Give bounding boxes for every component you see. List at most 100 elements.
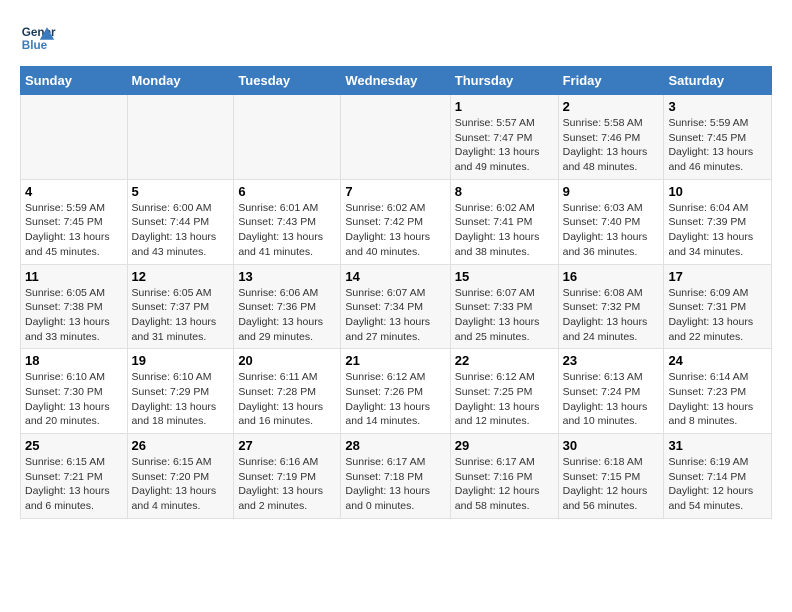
day-number: 28: [345, 438, 445, 453]
week-row: 11 Sunrise: 6:05 AMSunset: 7:38 PMDayligh…: [21, 264, 772, 349]
day-info: Sunrise: 6:14 AMSunset: 7:23 PMDaylight:…: [668, 370, 767, 429]
day-number: 19: [132, 353, 230, 368]
day-number: 4: [25, 184, 123, 199]
day-number: 3: [668, 99, 767, 114]
calendar-cell: 26 Sunrise: 6:15 AMSunset: 7:20 PMDayligh…: [127, 434, 234, 519]
header-cell-monday: Monday: [127, 67, 234, 95]
calendar-table: SundayMondayTuesdayWednesdayThursdayFrid…: [20, 66, 772, 519]
svg-text:Blue: Blue: [22, 39, 48, 52]
day-info: Sunrise: 6:06 AMSunset: 7:36 PMDaylight:…: [238, 286, 336, 345]
calendar-cell: 11 Sunrise: 6:05 AMSunset: 7:38 PMDayligh…: [21, 264, 128, 349]
day-info: Sunrise: 6:15 AMSunset: 7:20 PMDaylight:…: [132, 455, 230, 514]
day-number: 20: [238, 353, 336, 368]
day-number: 24: [668, 353, 767, 368]
header: General Blue: [20, 20, 772, 56]
day-number: 17: [668, 269, 767, 284]
header-row: SundayMondayTuesdayWednesdayThursdayFrid…: [21, 67, 772, 95]
day-number: 10: [668, 184, 767, 199]
calendar-cell: 6 Sunrise: 6:01 AMSunset: 7:43 PMDaylight…: [234, 179, 341, 264]
day-info: Sunrise: 6:00 AMSunset: 7:44 PMDaylight:…: [132, 201, 230, 260]
day-info: Sunrise: 6:08 AMSunset: 7:32 PMDaylight:…: [563, 286, 660, 345]
day-info: Sunrise: 5:58 AMSunset: 7:46 PMDaylight:…: [563, 116, 660, 175]
day-info: Sunrise: 6:17 AMSunset: 7:16 PMDaylight:…: [455, 455, 554, 514]
day-info: Sunrise: 6:05 AMSunset: 7:38 PMDaylight:…: [25, 286, 123, 345]
logo-icon: General Blue: [20, 20, 56, 56]
day-info: Sunrise: 6:13 AMSunset: 7:24 PMDaylight:…: [563, 370, 660, 429]
calendar-cell: [127, 95, 234, 180]
calendar-cell: 18 Sunrise: 6:10 AMSunset: 7:30 PMDayligh…: [21, 349, 128, 434]
calendar-cell: 22Sunrise: 6:12 AMSunset: 7:25 PMDayligh…: [450, 349, 558, 434]
calendar-cell: [21, 95, 128, 180]
calendar-cell: 3 Sunrise: 5:59 AMSunset: 7:45 PMDaylight…: [664, 95, 772, 180]
day-number: 12: [132, 269, 230, 284]
day-number: 8: [455, 184, 554, 199]
calendar-cell: 12 Sunrise: 6:05 AMSunset: 7:37 PMDayligh…: [127, 264, 234, 349]
calendar-cell: 7Sunrise: 6:02 AMSunset: 7:42 PMDaylight…: [341, 179, 450, 264]
calendar-cell: 24 Sunrise: 6:14 AMSunset: 7:23 PMDayligh…: [664, 349, 772, 434]
day-number: 31: [668, 438, 767, 453]
week-row: 1Sunrise: 5:57 AMSunset: 7:47 PMDaylight…: [21, 95, 772, 180]
calendar-cell: 19 Sunrise: 6:10 AMSunset: 7:29 PMDayligh…: [127, 349, 234, 434]
day-number: 26: [132, 438, 230, 453]
day-info: Sunrise: 6:12 AMSunset: 7:26 PMDaylight:…: [345, 370, 445, 429]
day-info: Sunrise: 6:17 AMSunset: 7:18 PMDaylight:…: [345, 455, 445, 514]
calendar-header: SundayMondayTuesdayWednesdayThursdayFrid…: [21, 67, 772, 95]
day-info: Sunrise: 6:10 AMSunset: 7:30 PMDaylight:…: [25, 370, 123, 429]
calendar-cell: 20 Sunrise: 6:11 AMSunset: 7:28 PMDayligh…: [234, 349, 341, 434]
day-info: Sunrise: 6:18 AMSunset: 7:15 PMDaylight:…: [563, 455, 660, 514]
calendar-cell: 27Sunrise: 6:16 AMSunset: 7:19 PMDayligh…: [234, 434, 341, 519]
day-info: Sunrise: 6:04 AMSunset: 7:39 PMDaylight:…: [668, 201, 767, 260]
day-number: 11: [25, 269, 123, 284]
day-info: Sunrise: 6:09 AMSunset: 7:31 PMDaylight:…: [668, 286, 767, 345]
header-cell-tuesday: Tuesday: [234, 67, 341, 95]
day-info: Sunrise: 6:05 AMSunset: 7:37 PMDaylight:…: [132, 286, 230, 345]
calendar-cell: [341, 95, 450, 180]
header-cell-friday: Friday: [558, 67, 664, 95]
day-number: 21: [345, 353, 445, 368]
week-row: 25Sunrise: 6:15 AMSunset: 7:21 PMDayligh…: [21, 434, 772, 519]
calendar-cell: 5 Sunrise: 6:00 AMSunset: 7:44 PMDaylight…: [127, 179, 234, 264]
day-info: Sunrise: 5:59 AMSunset: 7:45 PMDaylight:…: [668, 116, 767, 175]
calendar-cell: 17 Sunrise: 6:09 AMSunset: 7:31 PMDayligh…: [664, 264, 772, 349]
calendar-cell: 14 Sunrise: 6:07 AMSunset: 7:34 PMDayligh…: [341, 264, 450, 349]
header-cell-saturday: Saturday: [664, 67, 772, 95]
calendar-cell: 25Sunrise: 6:15 AMSunset: 7:21 PMDayligh…: [21, 434, 128, 519]
header-cell-wednesday: Wednesday: [341, 67, 450, 95]
day-info: Sunrise: 6:01 AMSunset: 7:43 PMDaylight:…: [238, 201, 336, 260]
header-cell-sunday: Sunday: [21, 67, 128, 95]
calendar-cell: 29 Sunrise: 6:17 AMSunset: 7:16 PMDayligh…: [450, 434, 558, 519]
day-number: 18: [25, 353, 123, 368]
day-info: Sunrise: 6:10 AMSunset: 7:29 PMDaylight:…: [132, 370, 230, 429]
calendar-cell: 28 Sunrise: 6:17 AMSunset: 7:18 PMDayligh…: [341, 434, 450, 519]
day-number: 5: [132, 184, 230, 199]
day-number: 25: [25, 438, 123, 453]
calendar-cell: 16 Sunrise: 6:08 AMSunset: 7:32 PMDayligh…: [558, 264, 664, 349]
day-number: 29: [455, 438, 554, 453]
day-info: Sunrise: 6:11 AMSunset: 7:28 PMDaylight:…: [238, 370, 336, 429]
day-number: 22: [455, 353, 554, 368]
calendar-cell: 1Sunrise: 5:57 AMSunset: 7:47 PMDaylight…: [450, 95, 558, 180]
calendar-cell: 15 Sunrise: 6:07 AMSunset: 7:33 PMDayligh…: [450, 264, 558, 349]
day-number: 30: [563, 438, 660, 453]
day-info: Sunrise: 6:07 AMSunset: 7:34 PMDaylight:…: [345, 286, 445, 345]
day-number: 14: [345, 269, 445, 284]
day-number: 7: [345, 184, 445, 199]
calendar-cell: 21 Sunrise: 6:12 AMSunset: 7:26 PMDayligh…: [341, 349, 450, 434]
header-cell-thursday: Thursday: [450, 67, 558, 95]
week-row: 18 Sunrise: 6:10 AMSunset: 7:30 PMDayligh…: [21, 349, 772, 434]
calendar-body: 1Sunrise: 5:57 AMSunset: 7:47 PMDaylight…: [21, 95, 772, 519]
day-info: Sunrise: 6:16 AMSunset: 7:19 PMDaylight:…: [238, 455, 336, 514]
day-info: Sunrise: 6:19 AMSunset: 7:14 PMDaylight:…: [668, 455, 767, 514]
calendar-cell: [234, 95, 341, 180]
day-info: Sunrise: 6:07 AMSunset: 7:33 PMDaylight:…: [455, 286, 554, 345]
day-number: 23: [563, 353, 660, 368]
week-row: 4Sunrise: 5:59 AMSunset: 7:45 PMDaylight…: [21, 179, 772, 264]
day-number: 16: [563, 269, 660, 284]
calendar-cell: 8 Sunrise: 6:02 AMSunset: 7:41 PMDaylight…: [450, 179, 558, 264]
day-number: 6: [238, 184, 336, 199]
calendar-cell: 2Sunrise: 5:58 AMSunset: 7:46 PMDaylight…: [558, 95, 664, 180]
calendar-cell: 13Sunrise: 6:06 AMSunset: 7:36 PMDayligh…: [234, 264, 341, 349]
calendar-cell: 4Sunrise: 5:59 AMSunset: 7:45 PMDaylight…: [21, 179, 128, 264]
day-number: 15: [455, 269, 554, 284]
day-info: Sunrise: 6:02 AMSunset: 7:41 PMDaylight:…: [455, 201, 554, 260]
